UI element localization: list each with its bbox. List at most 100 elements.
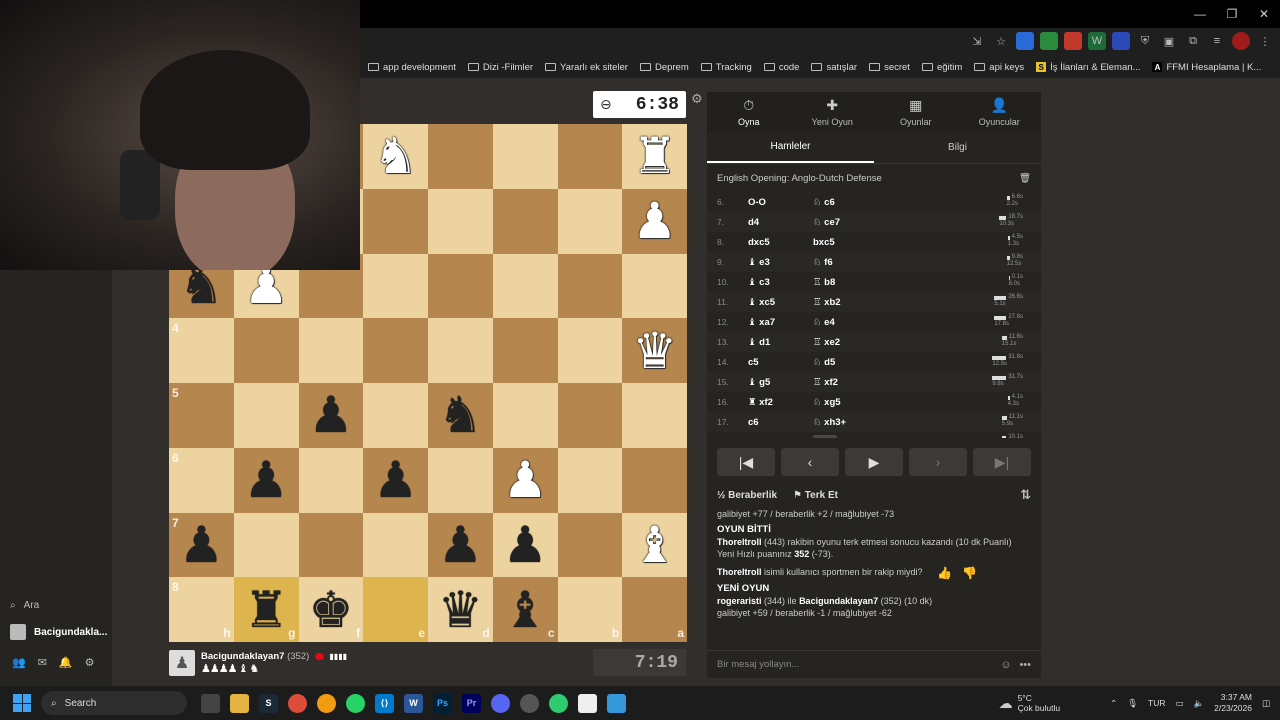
notification-icon[interactable]: ◫ <box>1262 698 1270 709</box>
white-move[interactable]: c6 <box>745 417 813 428</box>
app-icon[interactable] <box>607 693 626 713</box>
square-c6[interactable]: ♟ <box>492 447 558 513</box>
tab-moves[interactable]: Hamleler <box>707 132 874 163</box>
bookmark-item[interactable]: S İş İlanları & Eleman... <box>1036 62 1140 73</box>
white-move[interactable]: d4 <box>745 217 813 228</box>
white-move[interactable]: dxc5 <box>745 237 813 248</box>
trash-icon[interactable]: 🗑 <box>1019 173 1031 184</box>
white-move[interactable]: ♝ c3 <box>745 277 813 288</box>
bookmark-item[interactable]: Dizi -Filmler <box>467 62 533 73</box>
opponent-name[interactable]: rogeraristi <box>717 596 762 606</box>
more-icon[interactable]: ••• <box>1019 659 1031 671</box>
volume-icon[interactable]: 🔈 <box>1194 698 1205 709</box>
bookmark-item[interactable]: eğitim <box>921 62 962 73</box>
square-h4[interactable]: 4 <box>169 318 234 383</box>
black-pawn-icon[interactable]: ♟ <box>299 383 364 448</box>
extension-icon[interactable]: W <box>1088 32 1106 50</box>
black-move[interactable]: bxc5 <box>813 237 881 248</box>
square-e4[interactable] <box>363 318 428 383</box>
square-h7[interactable]: 7 ♟ <box>169 512 234 578</box>
square-d1[interactable] <box>428 124 493 189</box>
shield-icon[interactable]: ⛨ <box>1136 32 1154 50</box>
tab-oyunlar[interactable]: ▦ Oyunlar <box>874 92 958 132</box>
app-icon[interactable] <box>520 693 539 713</box>
bookmark-item[interactable]: app development <box>368 62 456 73</box>
square-h5[interactable]: 5 <box>169 383 234 448</box>
black-pawn-icon[interactable]: ♟ <box>234 448 299 513</box>
bookmark-item[interactable]: secret <box>869 62 910 73</box>
bookmark-item[interactable]: code <box>763 62 799 73</box>
square-d2[interactable] <box>428 188 493 254</box>
white-bishop-icon[interactable]: ♝ <box>622 513 687 578</box>
square-c7[interactable]: ♟ <box>492 512 558 578</box>
app-icon[interactable] <box>317 693 336 713</box>
black-move[interactable]: ♘ xg5 <box>813 397 881 408</box>
white-move[interactable]: ♝ xa7 <box>745 317 813 328</box>
chrome-icon[interactable] <box>288 693 307 713</box>
file-icon[interactable] <box>578 693 597 713</box>
square-a8[interactable]: a <box>622 577 687 642</box>
square-e1[interactable]: ♞ <box>363 124 428 189</box>
language-indicator[interactable]: TUR <box>1148 698 1165 708</box>
tab-oyna[interactable]: ⏱ Oyna <box>707 92 791 132</box>
resign-button[interactable]: ⚑ Terk Et <box>793 490 838 501</box>
square-e5[interactable] <box>363 383 428 448</box>
gear-icon[interactable]: ⚙ <box>85 656 95 669</box>
square-d7[interactable]: ♟ <box>428 512 493 578</box>
restore-button[interactable]: ❐ <box>1216 0 1248 28</box>
square-c1[interactable] <box>492 124 558 189</box>
word-icon[interactable]: W <box>404 693 423 713</box>
file-explorer-icon[interactable] <box>230 693 249 713</box>
emoji-icon[interactable]: ☺ <box>1000 659 1011 671</box>
photoshop-icon[interactable]: Ps <box>433 693 452 713</box>
square-c2[interactable] <box>492 188 558 254</box>
black-move[interactable]: ♖ xb2 <box>813 297 881 308</box>
square-e3[interactable] <box>363 253 428 319</box>
square-d3[interactable] <box>428 253 493 319</box>
black-move[interactable]: ♖ xf2 <box>813 377 881 388</box>
bookmark-item[interactable]: Tracking <box>700 62 752 73</box>
tab-oyuncular[interactable]: 👤 Oyuncular <box>958 92 1042 132</box>
black-pawn-icon[interactable]: ♟ <box>428 513 493 578</box>
sidebar-user[interactable]: Bacigundakla... <box>10 624 107 640</box>
square-a5[interactable] <box>622 383 687 448</box>
black-move[interactable]: ♘ ce7 <box>813 217 881 228</box>
white-pawn-icon[interactable]: ♟ <box>493 448 558 513</box>
white-move[interactable]: ♝ d1 <box>745 337 813 348</box>
bookmark-star-icon[interactable]: ☆ <box>992 32 1010 50</box>
square-g8[interactable]: g ♜ <box>233 577 299 642</box>
square-b8[interactable]: b <box>557 577 623 642</box>
start-button[interactable] <box>13 694 31 712</box>
black-move[interactable]: ♘ e4 <box>813 317 881 328</box>
square-b1[interactable] <box>557 124 623 189</box>
square-a6[interactable] <box>622 447 687 513</box>
square-e8[interactable]: e <box>363 577 428 642</box>
extension-icon[interactable] <box>1016 32 1034 50</box>
square-f6[interactable] <box>298 447 364 513</box>
black-pawn-icon[interactable]: ♟ <box>363 448 428 513</box>
extension-icon[interactable]: ▣ <box>1160 32 1178 50</box>
steam-icon[interactable]: S <box>259 693 278 713</box>
square-e2[interactable] <box>363 188 428 254</box>
square-g5[interactable] <box>233 383 299 448</box>
minimize-button[interactable]: — <box>1184 0 1216 28</box>
black-move[interactable]: ♘ c6 <box>813 197 881 208</box>
square-h8[interactable]: 8h <box>169 577 234 642</box>
black-bishop-icon[interactable]: ♝ <box>493 577 558 642</box>
player-avatar[interactable]: ♟ <box>169 650 195 676</box>
thumbs-up-icon[interactable]: 👍 <box>937 567 952 579</box>
square-d5[interactable]: ♞ <box>428 383 493 448</box>
task-view-icon[interactable] <box>201 693 220 713</box>
winner-name[interactable]: Thoreltroll <box>717 537 762 547</box>
extension-icon[interactable] <box>1040 32 1058 50</box>
black-king-icon[interactable]: ♚ <box>299 577 364 642</box>
tab-yeni-oyun[interactable]: ✚ Yeni Oyun <box>791 92 875 132</box>
display-icon[interactable]: ▭ <box>1176 698 1184 709</box>
square-b5[interactable] <box>557 383 623 448</box>
square-e7[interactable] <box>363 512 428 578</box>
system-clock[interactable]: 3:37 AM 2/23/2026 <box>1214 692 1252 714</box>
black-pawn-icon[interactable]: ♟ <box>169 513 234 578</box>
friends-icon[interactable]: 👥 <box>12 656 26 669</box>
last-move-button[interactable]: ▶| <box>973 448 1031 476</box>
draw-button[interactable]: ½ Beraberlik <box>717 490 777 501</box>
